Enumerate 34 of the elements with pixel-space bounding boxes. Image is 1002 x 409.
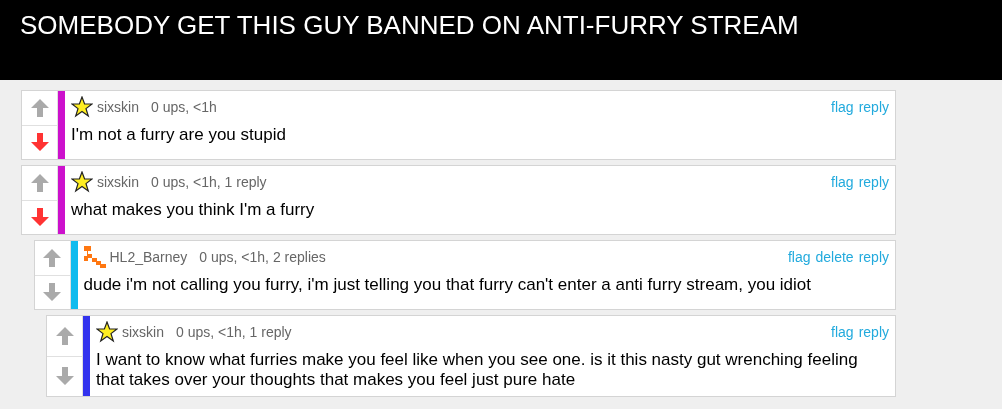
username[interactable]: sixskin [122, 324, 164, 340]
comment-action-link[interactable]: flag [831, 174, 854, 190]
star-icon [71, 96, 93, 118]
meme-caption: SOMEBODY GET THIS GUY BANNED ON ANTI-FURRY STREAM [20, 10, 799, 41]
comment-action-link[interactable]: reply [858, 249, 889, 265]
comment-text: I want to know what furries make you feel like when you see one. is it this nasty gut wrenching feeling that takes over your thoughts that makes you feel just pure hate [96, 349, 859, 390]
comment-meta: 0 ups, <1h, 2 replies [199, 249, 326, 265]
username[interactable]: sixskin [97, 99, 139, 115]
username[interactable]: sixskin [97, 174, 139, 190]
comment-text: what makes you think I'm a furry [71, 199, 316, 220]
comment-action-link[interactable]: flag [787, 249, 811, 265]
up-arrow-icon [42, 247, 62, 268]
up-arrow-icon [29, 172, 50, 193]
down-arrow-icon [54, 366, 75, 387]
up-arrow-icon [29, 97, 50, 118]
comment-meta: 0 ups, <1h [151, 99, 217, 115]
star-icon [71, 171, 93, 193]
comment-action-link[interactable]: flag [831, 324, 854, 340]
comment-meta: 0 ups, <1h, 1 reply [151, 174, 267, 190]
star-icon [96, 321, 118, 343]
down-arrow-icon [29, 207, 50, 228]
comment-action-link[interactable]: flag [831, 99, 854, 115]
comment-action-link[interactable]: reply [858, 324, 889, 340]
comment-action-link[interactable]: reply [858, 174, 889, 190]
comment-action-link[interactable]: reply [858, 99, 889, 115]
down-arrow-icon [42, 282, 62, 303]
comment-text: I'm not a furry are you stupid [71, 124, 287, 145]
username[interactable]: HL2_Barney [109, 249, 188, 265]
pixel-avatar-icon [83, 246, 106, 268]
comment-text: dude i'm not calling you furry, i'm just telling you that furry can't enter a anti furry stream, you idiot [83, 274, 813, 295]
up-arrow-icon [54, 325, 75, 346]
comment-meta: 0 ups, <1h, 1 reply [176, 324, 292, 340]
comment-action-link[interactable]: delete [815, 249, 854, 265]
down-arrow-icon [29, 132, 50, 153]
